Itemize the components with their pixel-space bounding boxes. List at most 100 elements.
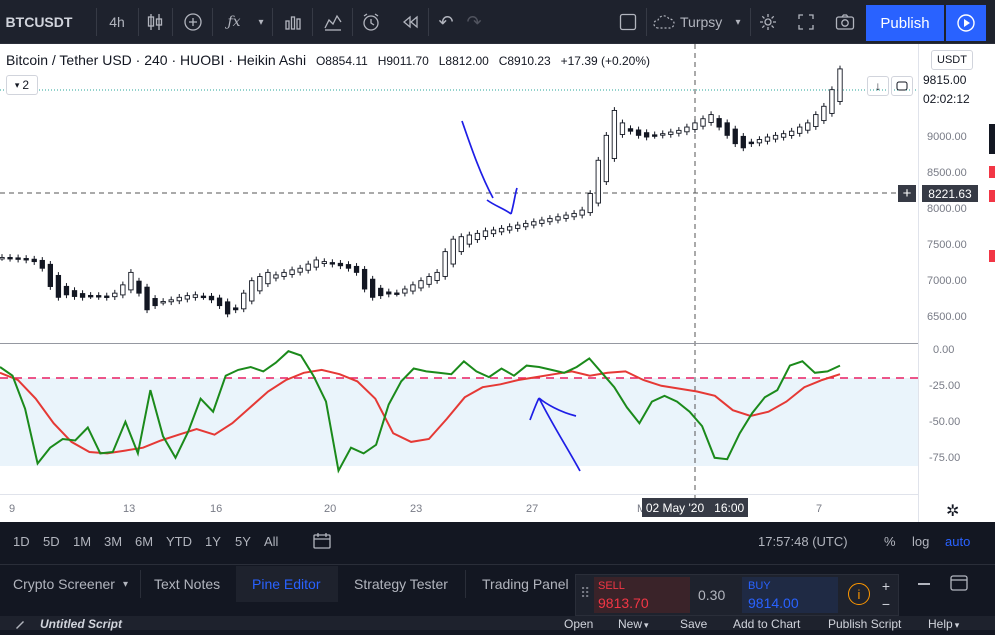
publish-button[interactable]: Publish [866,5,944,41]
redo-icon[interactable]: ↷ [462,0,486,44]
indicators-fx-icon[interactable]: ƒx [218,0,250,44]
alert-clock-icon[interactable] [356,0,386,44]
minimize-icon[interactable] [918,583,930,585]
chevron-down-icon[interactable]: ▾ [730,0,746,44]
study-toggle[interactable]: ▾ 2 [6,75,38,95]
chart-area[interactable]: Bitcoin / Tether USD · 240 · HUOBI · Hei… [0,44,995,522]
timeframe-5d[interactable]: 5D [43,534,60,549]
fullscreen-icon[interactable] [793,0,819,44]
clock-readout[interactable]: 17:57:48 (UTC) [758,534,848,549]
tab-strategy-tester[interactable]: Strategy Tester [354,566,448,602]
divider [140,570,141,598]
gear-icon[interactable] [755,0,781,44]
script-name[interactable]: Untitled Script [40,617,122,631]
chart-settings-gear-icon[interactable]: ✲ [946,501,959,521]
candle-body [668,131,674,135]
buy-label: BUY [748,580,771,592]
timeframe-1y[interactable]: 1Y [205,534,221,549]
timeframe-1d[interactable]: 1D [13,534,30,549]
candle-body [104,295,110,298]
layout-name[interactable]: Turpsy [680,0,728,44]
candle-body [112,292,118,298]
auto-toggle[interactable]: auto [945,534,970,549]
camera-icon[interactable] [831,0,859,44]
divider [646,8,647,36]
scroll-down-icon[interactable]: ↓ [867,76,889,96]
tab-text-notes[interactable]: Text Notes [154,566,220,602]
compare-plus-icon[interactable] [178,0,208,44]
timeframe-ytd[interactable]: YTD [166,534,192,549]
currency-label[interactable]: USDT [931,50,973,70]
tab-crypto-screener[interactable]: Crypto Screener ▾ [13,566,128,602]
candle-body [410,284,416,292]
candle-body [635,129,642,136]
sell-button[interactable]: SELL 9813.70 [594,577,690,613]
menu-save[interactable]: Save [680,617,707,631]
tab-trading-panel[interactable]: Trading Panel [482,566,569,602]
timeframe-3m[interactable]: 3M [104,534,122,549]
time-axis[interactable]: 9 13 16 20 23 27 M 7 02 May '20 16:00 [0,494,918,523]
financials-icon[interactable] [278,0,308,44]
drawing-arrow-top[interactable] [461,120,518,215]
crosshair-price-label: 8221.63 [922,185,978,202]
timeframe-5y[interactable]: 5Y [235,534,251,549]
timeframe-6m[interactable]: 6M [135,534,153,549]
undo-icon[interactable]: ↶ [434,0,458,44]
timeframe-all[interactable]: All [264,534,278,549]
timeframe-1m[interactable]: 1M [73,534,91,549]
interval-button[interactable]: 4h [100,0,134,44]
divider [428,8,429,36]
time-tick: 9 [9,503,16,515]
candle-body [337,262,344,267]
price-tick: 6500.00 [927,311,967,323]
menu-new[interactable]: New ▾ [618,617,649,631]
menu-open[interactable]: Open [564,617,593,631]
legend-high: H9011.70 [377,54,429,68]
replay-icon[interactable] [396,0,424,44]
chevron-down-icon[interactable]: ▾ [252,0,270,44]
price-tick: 7500.00 [927,239,967,251]
minus-icon[interactable]: − [878,595,894,612]
candle-body [23,258,29,261]
menu-help[interactable]: Help ▾ [928,617,959,631]
candle-type-icon[interactable] [142,0,168,44]
candle-body [176,296,182,302]
candle-body [273,274,279,279]
candle-body [63,285,70,296]
log-toggle[interactable]: log [912,534,929,549]
symbol-search[interactable]: BTCUSDT [4,0,74,44]
pane-separator[interactable] [0,343,918,344]
maximize-panel-icon[interactable] [950,575,968,596]
menu-publish-script[interactable]: Publish Script [828,617,901,631]
tab-pine-editor[interactable]: Pine Editor [252,566,320,602]
candle-body [603,134,609,183]
candle-body [506,226,513,231]
candle-body [378,287,384,297]
candle-body [55,274,62,298]
candle-body [426,276,432,285]
date-range-icon[interactable] [312,532,332,555]
price-tick: 7000.00 [927,275,967,287]
plus-icon[interactable]: + [878,577,894,594]
templates-icon[interactable] [318,0,348,44]
menu-add-to-chart[interactable]: Add to Chart [733,617,800,631]
candle-body [571,212,577,218]
candle-body [265,271,271,285]
candle-body [692,122,698,130]
layout-square-icon[interactable] [614,0,642,44]
tab-label: Crypto Screener [13,576,115,592]
chart-canvas[interactable] [0,44,995,522]
play-icon[interactable] [946,5,986,41]
price-axis[interactable]: USDT 9815.00 02:02:12 9000.00 8500.00 80… [898,44,995,522]
price-tick: 8000.00 [927,203,967,215]
candle-body [837,68,843,103]
buy-button[interactable]: BUY 9814.00 [742,577,838,613]
drag-handle-icon[interactable]: ⠿ [580,585,590,602]
candle-body [144,286,150,311]
plus-icon[interactable]: + [898,185,916,202]
candle-body [47,263,53,287]
percent-toggle[interactable]: % [884,534,896,549]
candlestick-series [0,65,843,318]
info-icon[interactable]: i [848,583,870,605]
maximize-icon[interactable] [891,76,913,96]
